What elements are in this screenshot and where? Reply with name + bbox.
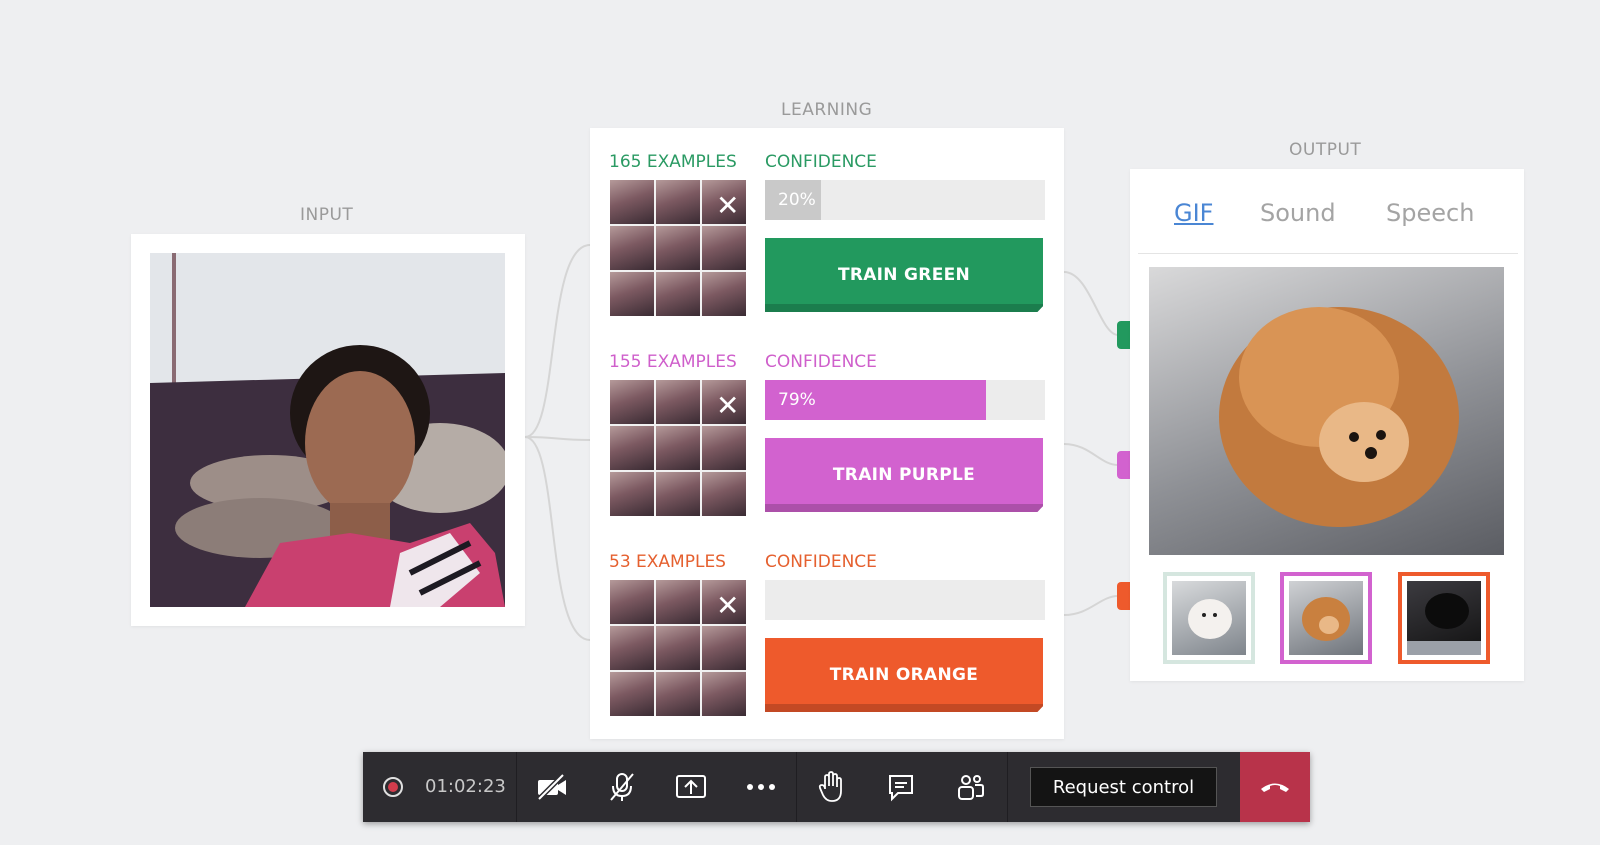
class-green: 165 EXAMPLES CONFIDENCE ✕ 20% TRAIN GREE… bbox=[590, 128, 1064, 316]
chat-button[interactable] bbox=[878, 766, 924, 808]
webcam-feed bbox=[150, 253, 505, 607]
examples-count: 53 EXAMPLES bbox=[609, 552, 726, 572]
confidence-bar bbox=[765, 580, 1045, 620]
raise-hand-button[interactable] bbox=[808, 766, 854, 808]
hang-up-icon bbox=[1261, 783, 1289, 792]
train-purple-button[interactable]: TRAIN PURPLE bbox=[765, 438, 1043, 512]
chat-icon bbox=[889, 775, 913, 802]
learning-card: 165 EXAMPLES CONFIDENCE ✕ 20% TRAIN GREE… bbox=[590, 128, 1064, 739]
input-section-label: INPUT bbox=[300, 205, 354, 225]
confidence-bar: 79% bbox=[765, 380, 1045, 420]
tab-gif[interactable]: GIF bbox=[1174, 199, 1213, 227]
train-green-button[interactable]: TRAIN GREEN bbox=[765, 238, 1043, 312]
purple-output-connector bbox=[1117, 451, 1130, 479]
record-icon bbox=[383, 777, 403, 797]
clear-examples-button[interactable]: ✕ bbox=[716, 592, 739, 620]
camera-off-button[interactable] bbox=[529, 766, 575, 808]
confidence-bar: 20% bbox=[765, 180, 1045, 220]
examples-thumbnails: ✕ bbox=[610, 380, 746, 516]
examples-count: 155 EXAMPLES bbox=[609, 352, 737, 372]
tab-sound[interactable]: Sound bbox=[1260, 199, 1336, 227]
gif-preview bbox=[1149, 267, 1504, 555]
meeting-toolbar: 01:02:23 Request control bbox=[363, 752, 1310, 822]
raise-hand-icon bbox=[818, 771, 842, 802]
learning-section-label: LEARNING bbox=[781, 100, 873, 120]
green-output-connector bbox=[1117, 321, 1130, 349]
participants-icon bbox=[958, 775, 984, 800]
request-control-button[interactable]: Request control bbox=[1030, 767, 1217, 807]
class-orange: 53 EXAMPLES CONFIDENCE ✕ TRAIN ORANGE bbox=[590, 528, 1064, 716]
output-card: GIF Sound Speech bbox=[1130, 169, 1524, 681]
participants-button[interactable] bbox=[947, 766, 993, 808]
share-screen-button[interactable] bbox=[668, 766, 714, 808]
camera-off-icon bbox=[537, 773, 566, 801]
output-tabs: GIF Sound Speech bbox=[1138, 169, 1518, 254]
confidence-value: 79% bbox=[778, 390, 816, 410]
gif-thumbnail-purple[interactable] bbox=[1280, 572, 1372, 664]
examples-thumbnails: ✕ bbox=[610, 580, 746, 716]
confidence-label: CONFIDENCE bbox=[765, 552, 877, 572]
meeting-timer: 01:02:23 bbox=[425, 776, 506, 797]
share-screen-icon bbox=[676, 775, 706, 798]
examples-count: 165 EXAMPLES bbox=[609, 152, 737, 172]
gif-thumbnail-orange[interactable] bbox=[1398, 572, 1490, 664]
more-icon bbox=[747, 784, 775, 790]
confidence-label: CONFIDENCE bbox=[765, 152, 877, 172]
train-orange-button[interactable]: TRAIN ORANGE bbox=[765, 638, 1043, 712]
clear-examples-button[interactable]: ✕ bbox=[716, 392, 739, 420]
more-options-button[interactable] bbox=[738, 766, 784, 808]
clear-examples-button[interactable]: ✕ bbox=[716, 192, 739, 220]
mic-off-button[interactable] bbox=[599, 766, 645, 808]
orange-output-connector bbox=[1117, 582, 1130, 610]
output-section-label: OUTPUT bbox=[1289, 140, 1362, 160]
hang-up-button[interactable] bbox=[1240, 752, 1310, 822]
examples-thumbnails: ✕ bbox=[610, 180, 746, 316]
mic-off-icon bbox=[610, 773, 634, 801]
confidence-label: CONFIDENCE bbox=[765, 352, 877, 372]
input-card bbox=[131, 234, 525, 626]
confidence-value: 20% bbox=[778, 190, 816, 210]
class-purple: 155 EXAMPLES CONFIDENCE ✕ 79% TRAIN PURP… bbox=[590, 328, 1064, 516]
gif-thumbnail-green[interactable] bbox=[1163, 572, 1255, 664]
tab-speech[interactable]: Speech bbox=[1386, 199, 1474, 227]
